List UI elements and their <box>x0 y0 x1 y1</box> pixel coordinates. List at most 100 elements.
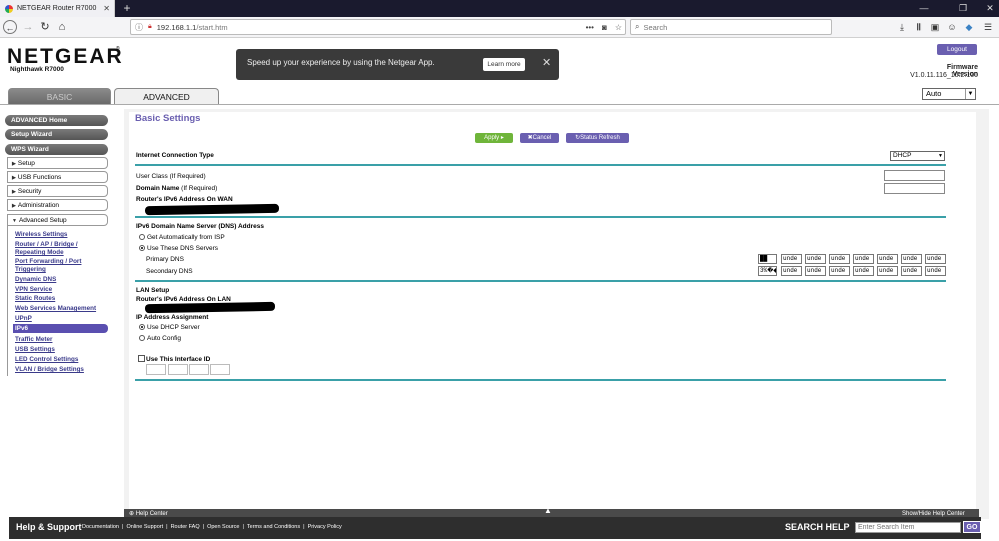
menu-link-vlan-bridge[interactable]: VLAN / Bridge Settings <box>15 366 84 373</box>
interface-id-field[interactable] <box>210 364 230 375</box>
download-icon[interactable]: ⤓ <box>896 21 908 33</box>
footer-link-separator: | <box>166 524 168 530</box>
primary-dns-field[interactable]: ██ <box>758 254 777 264</box>
menu-section-advanced-setup[interactable]: ▼ Advanced Setup <box>7 214 108 226</box>
primary-dns-field[interactable]: unde <box>805 254 826 264</box>
menu-link-ipv6-active[interactable]: IPv6 <box>13 324 108 333</box>
auto-config-radio[interactable] <box>139 335 145 341</box>
secondary-dns-field[interactable]: unde <box>925 266 946 276</box>
menu-link-wireless-settings[interactable]: Wireless Settings <box>15 231 67 238</box>
interface-id-field[interactable] <box>146 364 166 375</box>
menu-advanced-home[interactable]: ADVANCED Home <box>5 115 108 126</box>
extension-icon[interactable]: ◆ <box>963 21 975 33</box>
home-icon[interactable]: ⌂ <box>55 20 69 34</box>
footer-link-online-support[interactable]: Online Support <box>126 524 163 530</box>
address-bar[interactable]: ⓘ 🔒︎ 192.168.1.1/start.htm ••• ◙ ☆ <box>130 19 626 35</box>
forward-arrow-icon[interactable]: → <box>21 20 35 34</box>
menu-link-port-forwarding[interactable]: Port Forwarding / Port <box>15 258 81 265</box>
menu-section-usb[interactable]: ▶ USB Functions <box>7 171 108 183</box>
menu-link-triggering[interactable]: Triggering <box>15 266 46 273</box>
account-icon[interactable]: ☺ <box>946 21 958 33</box>
menu-link-router-ap-bridge[interactable]: Router / AP / Bridge / <box>15 241 78 248</box>
menu-link-vpn-service[interactable]: VPN Service <box>15 286 52 293</box>
browser-search-input[interactable] <box>643 22 831 32</box>
menu-hamburger-icon[interactable]: ☰ <box>982 21 994 33</box>
reload-icon[interactable]: ↻ <box>38 20 52 34</box>
info-icon[interactable]: ⓘ <box>135 22 143 33</box>
domain-name-input[interactable] <box>884 183 945 194</box>
logout-button[interactable]: Logout <box>937 44 977 55</box>
learn-more-button[interactable]: Learn more <box>483 58 525 71</box>
bookmark-star-icon[interactable]: ☆ <box>615 23 622 32</box>
tab-basic[interactable]: BASIC <box>8 88 111 104</box>
secondary-dns-field[interactable]: unde <box>901 266 922 276</box>
tab-advanced[interactable]: ADVANCED <box>114 88 219 104</box>
menu-link-dynamic-dns[interactable]: Dynamic DNS <box>15 276 56 283</box>
tab-close-icon[interactable]: ✕ <box>103 4 110 13</box>
menu-link-usb-settings[interactable]: USB Settings <box>15 346 55 353</box>
toast-close-icon[interactable]: ✕ <box>542 56 551 69</box>
menu-section-setup[interactable]: ▶ Setup <box>7 157 108 169</box>
sidebar-icon[interactable]: ▣ <box>929 21 941 33</box>
secondary-dns-field[interactable]: unde <box>781 266 802 276</box>
cancel-button[interactable]: ✖Cancel <box>520 133 559 143</box>
primary-dns-field[interactable]: unde <box>901 254 922 264</box>
router-model: Nighthawk R7000 <box>10 66 64 73</box>
menu-section-label: Advanced Setup <box>18 217 67 224</box>
menu-section-security[interactable]: ▶ Security <box>7 185 108 197</box>
primary-dns-field[interactable]: unde <box>925 254 946 264</box>
new-tab-icon[interactable]: + <box>120 1 134 15</box>
primary-dns-field[interactable]: unde <box>877 254 898 264</box>
window-close-icon[interactable]: ✕ <box>975 0 999 17</box>
library-icon[interactable]: 𝄃𝄃 <box>913 21 925 33</box>
triangle-down-icon: ▼ <box>12 218 17 224</box>
menu-link-web-services[interactable]: Web Services Management <box>15 305 96 312</box>
help-search-input[interactable] <box>855 522 961 533</box>
conn-type-select[interactable]: DHCP ▼ <box>890 151 945 161</box>
language-select[interactable]: Auto ▼ <box>922 88 976 100</box>
browser-search-bar[interactable]: ⌕ <box>630 19 832 35</box>
status-refresh-button[interactable]: ↻Status Refresh <box>566 133 629 143</box>
footer-link-separator: | <box>242 524 244 530</box>
menu-link-led-control[interactable]: LED Control Settings <box>15 356 78 363</box>
menu-wps-wizard[interactable]: WPS Wizard <box>5 144 108 155</box>
dhcp-server-radio[interactable] <box>139 324 145 330</box>
secondary-dns-field[interactable]: 3%�◆ <box>758 266 777 276</box>
primary-dns-field[interactable]: unde <box>781 254 802 264</box>
apply-button[interactable]: Apply ▸ <box>475 133 513 143</box>
help-support-heading: Help & Support <box>16 522 82 532</box>
dns-auto-radio[interactable] <box>139 234 145 240</box>
secondary-dns-field[interactable]: unde <box>829 266 850 276</box>
minimize-icon[interactable]: — <box>909 0 939 17</box>
secondary-dns-field[interactable]: unde <box>805 266 826 276</box>
menu-link-upnp[interactable]: UPnP <box>15 315 32 322</box>
secondary-dns-field[interactable]: unde <box>877 266 898 276</box>
back-arrow-icon[interactable]: ← <box>3 20 17 34</box>
interface-id-checkbox[interactable] <box>138 355 145 362</box>
primary-dns-field[interactable]: unde <box>829 254 850 264</box>
footer-link-documentation[interactable]: Documentation <box>82 524 119 530</box>
menu-link-static-routes[interactable]: Static Routes <box>15 295 55 302</box>
secondary-dns-field[interactable]: unde <box>853 266 874 276</box>
dns-manual-label: Use These DNS Servers <box>147 245 219 252</box>
primary-dns-field[interactable]: unde <box>853 254 874 264</box>
page-actions-icon[interactable]: ••• <box>586 23 594 32</box>
footer-link-open-source[interactable]: Open Source <box>207 524 239 530</box>
menu-link-traffic-meter[interactable]: Traffic Meter <box>15 336 52 343</box>
expand-up-icon[interactable]: ▲ <box>544 506 552 516</box>
maximize-icon[interactable]: ❐ <box>948 0 978 17</box>
footer-link-terms[interactable]: Terms and Conditions <box>247 524 300 530</box>
footer-link-router-faq[interactable]: Router FAQ <box>171 524 200 530</box>
pocket-icon[interactable]: ◙ <box>602 23 607 32</box>
go-button[interactable]: GO <box>963 521 981 533</box>
menu-link-repeating-mode[interactable]: Repeating Mode <box>15 249 64 256</box>
insecure-lock-icon[interactable]: 🔒︎ <box>148 23 152 31</box>
dns-manual-radio[interactable] <box>139 245 145 251</box>
menu-section-administration[interactable]: ▶ Administration <box>7 199 108 211</box>
user-class-input[interactable] <box>884 170 945 181</box>
interface-id-field[interactable] <box>189 364 209 375</box>
interface-id-field[interactable] <box>168 364 188 375</box>
footer-link-privacy[interactable]: Privacy Policy <box>308 524 342 530</box>
browser-tab[interactable]: NETGEAR Router R7000 ✕ <box>0 0 115 17</box>
menu-setup-wizard[interactable]: Setup Wizard <box>5 129 108 140</box>
